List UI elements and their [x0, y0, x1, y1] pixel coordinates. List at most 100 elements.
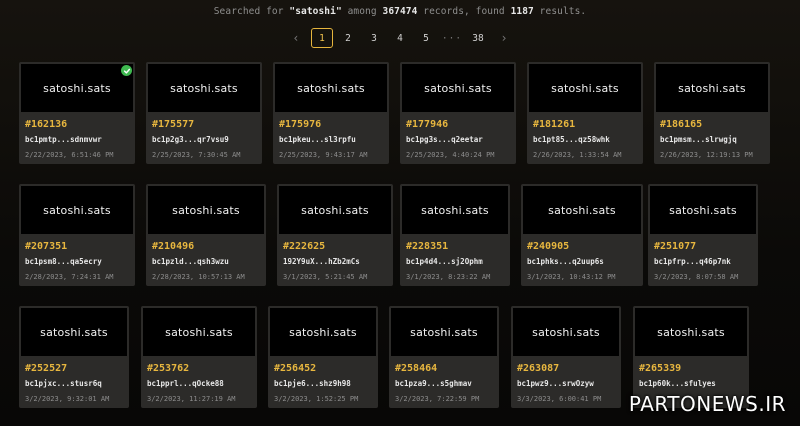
inscription-number: #253762 [147, 363, 190, 374]
owner-address: bc1phks...q2uup6s [527, 257, 604, 266]
owner-address: bc1pt85...qz58whk [533, 135, 610, 144]
inscription-number: #256452 [274, 363, 317, 374]
inscription-number: #263087 [517, 363, 560, 374]
inscription-number: #222625 [283, 241, 326, 252]
owner-address: bc1pfrp...q46p7nk [654, 257, 731, 266]
inscription-number: #258464 [395, 363, 438, 374]
card-preview: satoshi.sats [391, 308, 497, 356]
inscription-card[interactable]: satoshi.sats #253762 bc1pprl...qOcke88 3/2/… [141, 306, 257, 408]
inscription-number: #252527 [25, 363, 68, 374]
card-preview: satoshi.sats [523, 186, 641, 234]
page-button-1[interactable]: 1 [311, 28, 333, 48]
inscription-card[interactable]: satoshi.sats #177946 bc1pg3s...q2eetar 2/25… [400, 62, 516, 164]
page-button-5[interactable]: 5 [415, 28, 437, 48]
card-preview: satoshi.sats [21, 64, 133, 112]
inscription-card[interactable]: satoshi.sats #256452 bc1pje6...shz9h98 3/2/… [268, 306, 378, 408]
inscription-card[interactable]: satoshi.sats #251077 bc1pfrp...q46p7nk 3/2/… [648, 184, 758, 286]
inscription-number: #210496 [152, 241, 195, 252]
inscription-date: 3/1/2023, 5:21:45 AM [283, 273, 368, 281]
page-button-last[interactable]: 38 [467, 28, 489, 48]
inscription-card[interactable]: satoshi.sats #222625 192Y9uX...hZb2mCs 3/1/… [277, 184, 393, 286]
inscription-date: 2/25/2023, 7:30:45 AM [152, 151, 241, 159]
inscription-number: #181261 [533, 119, 576, 130]
card-preview: satoshi.sats [275, 64, 387, 112]
inscription-card[interactable]: satoshi.sats #252527 bc1pjxc...stusr6q 3/2/… [19, 306, 129, 408]
page-button-4[interactable]: 4 [389, 28, 411, 48]
card-preview: satoshi.sats [270, 308, 376, 356]
records-count: 367474 [382, 6, 418, 17]
inscription-date: 3/2/2023, 1:52:25 PM [274, 395, 359, 403]
inscription-date: 2/25/2023, 4:40:24 PM [406, 151, 495, 159]
owner-address: bc1pmtp...sdnmvwr [25, 135, 102, 144]
inscription-number: #240905 [527, 241, 570, 252]
card-preview: satoshi.sats [279, 186, 391, 234]
inscription-card[interactable]: satoshi.sats #210496 bc1pzld...qsh3wzu 2/28… [146, 184, 266, 286]
page-button-3[interactable]: 3 [363, 28, 385, 48]
card-preview: satoshi.sats [635, 308, 747, 356]
owner-address: bc1pzld...qsh3wzu [152, 257, 229, 266]
next-page-button[interactable]: › [493, 28, 515, 48]
inscription-date: 2/22/2023, 6:51:46 PM [25, 151, 114, 159]
inscription-number: #228351 [406, 241, 449, 252]
inscription-date: 2/26/2023, 12:19:13 PM [660, 151, 753, 159]
inscription-card[interactable]: satoshi.sats #263087 bc1pwz9...srwOzyw 3/3/… [511, 306, 621, 408]
inscription-date: 2/28/2023, 10:57:13 AM [152, 273, 245, 281]
inscription-card[interactable]: satoshi.sats #207351 bc1psm8...qa5ecry 2/28… [19, 184, 135, 286]
card-preview: satoshi.sats [529, 64, 641, 112]
owner-address: 192Y9uX...hZb2mCs [283, 257, 360, 266]
summary-found-suffix: results. [533, 6, 587, 17]
inscription-card[interactable]: satoshi.sats #181261 bc1pt85...qz58whk 2/26… [527, 62, 643, 164]
card-preview: satoshi.sats [650, 186, 756, 234]
card-preview: satoshi.sats [148, 186, 264, 234]
inscription-date: 3/1/2023, 10:43:12 PM [527, 273, 616, 281]
watermark: PARTONEWS.IR [628, 392, 786, 416]
inscription-number: #265339 [639, 363, 682, 374]
inscription-card[interactable]: satoshi.sats #186165 bc1pmsm...slrwgjq 2/26… [654, 62, 770, 164]
inscription-number: #162136 [25, 119, 68, 130]
owner-address: bc1pza9...s5ghmav [395, 379, 472, 388]
inscription-number: #186165 [660, 119, 703, 130]
owner-address: bc1pmsm...slrwgjq [660, 135, 737, 144]
card-preview: satoshi.sats [21, 308, 127, 356]
card-preview: satoshi.sats [402, 186, 508, 234]
search-query: "satoshi" [289, 6, 342, 17]
card-preview: satoshi.sats [402, 64, 514, 112]
inscription-date: 3/1/2023, 8:23:22 AM [406, 273, 491, 281]
owner-address: bc1p2g3...qr7vsu9 [152, 135, 229, 144]
owner-address: bc1pwz9...srwOzyw [517, 379, 594, 388]
pagination: ‹ 1 2 3 4 5 ··· 38 › [0, 28, 800, 48]
page-button-2[interactable]: 2 [337, 28, 359, 48]
inscription-date: 2/25/2023, 9:43:17 AM [279, 151, 368, 159]
card-preview: satoshi.sats [21, 186, 133, 234]
inscription-number: #177946 [406, 119, 449, 130]
results-count: 1187 [510, 6, 534, 17]
inscription-date: 3/2/2023, 11:27:19 AM [147, 395, 236, 403]
owner-address: bc1pjxc...stusr6q [25, 379, 102, 388]
search-summary: Searched for "satoshi" among 367474 reco… [0, 6, 800, 17]
inscription-card[interactable]: satoshi.sats #162136 bc1pmtp...sdnmvwr 2/22… [19, 62, 135, 164]
inscription-number: #251077 [654, 241, 697, 252]
inscription-date: 3/2/2023, 9:32:01 AM [25, 395, 110, 403]
summary-records-suffix: records, found [417, 6, 511, 17]
inscription-date: 2/26/2023, 1:33:54 AM [533, 151, 622, 159]
inscription-card[interactable]: satoshi.sats #240905 bc1phks...q2uup6s 3/1/… [521, 184, 643, 286]
owner-address: bc1pje6...shz9h98 [274, 379, 351, 388]
inscription-card[interactable]: satoshi.sats #228351 bc1p4d4...sj2Ophm 3/1/… [400, 184, 510, 286]
prev-page-button[interactable]: ‹ [285, 28, 307, 48]
owner-address: bc1pkeu...sl3rpfu [279, 135, 356, 144]
inscription-number: #207351 [25, 241, 68, 252]
summary-among: among [341, 6, 383, 17]
owner-address: bc1pg3s...q2eetar [406, 135, 483, 144]
inscription-number: #175976 [279, 119, 322, 130]
inscription-card[interactable]: satoshi.sats #175976 bc1pkeu...sl3rpfu 2/25… [273, 62, 389, 164]
card-preview: satoshi.sats [143, 308, 255, 356]
inscription-card[interactable]: satoshi.sats #258464 bc1pza9...s5ghmav 3/2/… [389, 306, 499, 408]
inscription-number: #175577 [152, 119, 195, 130]
inscription-date: 2/28/2023, 7:24:31 AM [25, 273, 114, 281]
pagination-ellipsis: ··· [441, 32, 463, 44]
inscription-card[interactable]: satoshi.sats #175577 bc1p2g3...qr7vsu9 2/25… [146, 62, 262, 164]
owner-address: bc1p60k...sfulyes [639, 379, 716, 388]
verified-check-icon [121, 65, 132, 76]
inscription-date: 3/2/2023, 8:07:58 AM [654, 273, 739, 281]
inscription-date: 3/3/2023, 6:00:41 PM [517, 395, 602, 403]
